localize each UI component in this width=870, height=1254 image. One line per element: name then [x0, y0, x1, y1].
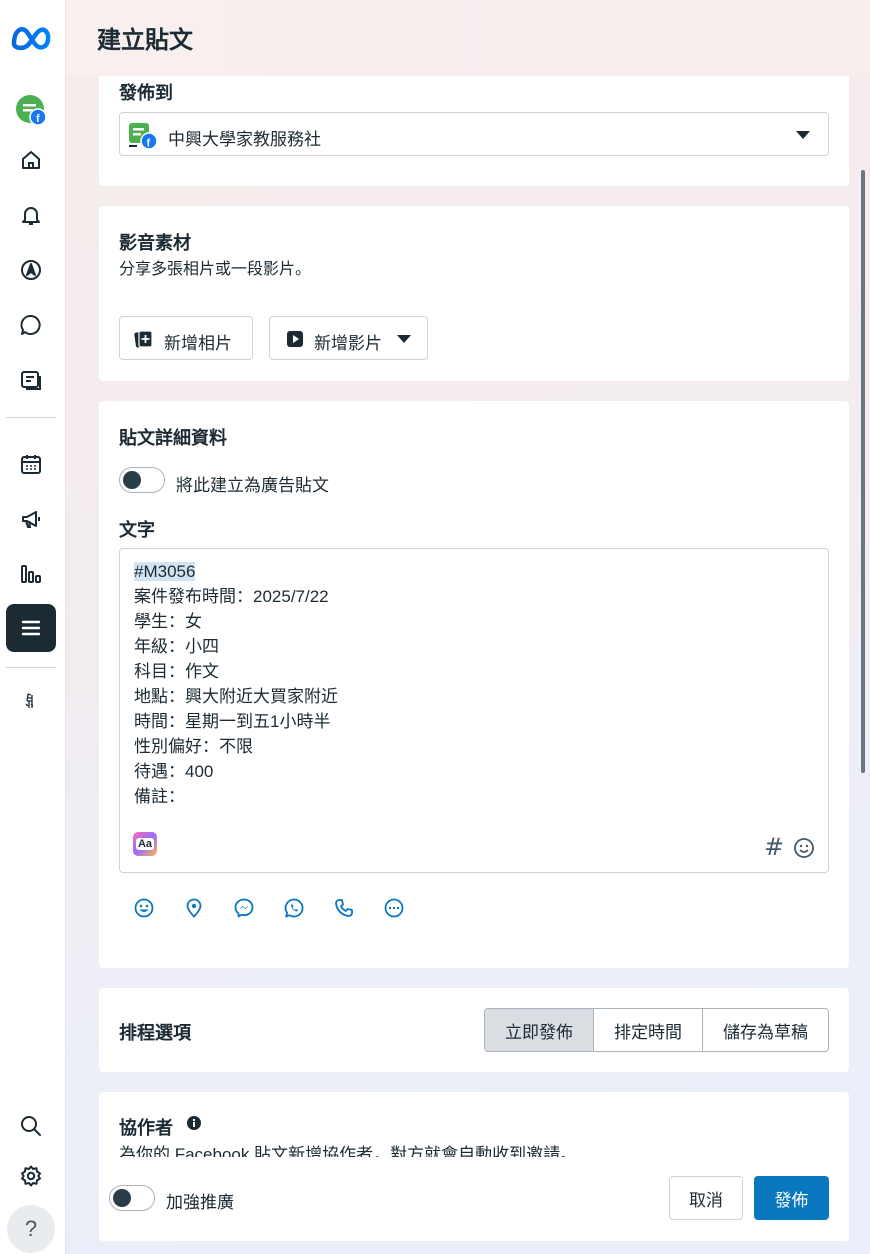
- menu-icon: [21, 620, 41, 636]
- text-line: 年級：小四: [134, 637, 219, 656]
- meta-logo-icon[interactable]: [10, 22, 54, 52]
- hashtag-icon[interactable]: #: [764, 833, 784, 861]
- add-video-label: 新增影片: [314, 334, 382, 353]
- media-card: 影音素材 分享多張相片或一段影片。 新增相片 新增影片: [99, 206, 849, 381]
- feeling-icon[interactable]: [133, 897, 155, 919]
- sidebar-item-content[interactable]: [6, 357, 56, 403]
- sidebar-item-insights[interactable]: [6, 551, 56, 597]
- sidebar-divider: [6, 667, 56, 668]
- sidebar-item-search[interactable]: [6, 1103, 56, 1149]
- emoji-icon[interactable]: [793, 837, 815, 859]
- home-icon: [22, 151, 40, 169]
- cancel-button[interactable]: 取消: [669, 1176, 743, 1220]
- sidebar-item-all-tools[interactable]: [6, 604, 56, 652]
- text-label: 文字: [119, 520, 155, 540]
- text-format-icon: Aa: [135, 838, 155, 850]
- bell-icon: [22, 207, 40, 225]
- text-line: #M3056: [134, 559, 338, 584]
- boost-toggle[interactable]: [109, 1185, 155, 1211]
- messenger-icon[interactable]: [233, 897, 255, 919]
- schedule-option-publish-now[interactable]: 立即發佈: [485, 1009, 594, 1051]
- sidebar-item-custom-tool[interactable]: [6, 678, 56, 724]
- schedule-title: 排程選項: [119, 1023, 191, 1043]
- media-title: 影音素材: [119, 233, 191, 253]
- page-avatar[interactable]: f: [16, 95, 47, 126]
- media-subtitle: 分享多張相片或一段影片。: [119, 261, 312, 278]
- toggle-knob: [113, 1189, 131, 1207]
- page-title: 建立貼文: [97, 27, 193, 54]
- post-text-content[interactable]: #M3056 案件發布時間：2025/7/22 學生：女 年級：小四 科目：作文…: [134, 559, 338, 809]
- main-content: 建立貼文 發佈到 f 中興大學家教服務社 影音素材 分享多張相片或一段影片。 新…: [66, 0, 870, 1254]
- svg-text:f: f: [36, 113, 40, 125]
- chevron-down-icon[interactable]: [397, 335, 411, 343]
- bar-chart-icon: [21, 565, 41, 583]
- sidebar-item-notifications[interactable]: [6, 192, 56, 238]
- location-icon[interactable]: [183, 897, 205, 919]
- text-line: 待遇：400: [134, 762, 214, 781]
- search-icon: [21, 1116, 41, 1136]
- text-format-button[interactable]: Aa: [133, 832, 157, 856]
- footer-bar: 加強推廣 取消 發佈: [99, 1157, 849, 1241]
- text-line: 時間：星期一到五1小時半: [134, 712, 331, 731]
- calendar-icon: [21, 455, 41, 474]
- text-line: 地點：興大附近大買家附近: [134, 687, 338, 706]
- video-icon: [287, 331, 303, 347]
- toggle-knob: [123, 471, 141, 489]
- hashtag-highlight: #M3056: [134, 562, 196, 581]
- post-to-card: 發佈到 f 中興大學家教服務社: [99, 66, 849, 186]
- sidebar-item-inbox[interactable]: [6, 302, 56, 348]
- add-photo-label: 新增相片: [164, 334, 232, 353]
- content-icon: [21, 371, 41, 390]
- text-line: 案件發布時間：2025/7/22: [134, 587, 329, 606]
- post-details-title: 貼文詳細資料: [119, 428, 227, 448]
- compass-icon: [21, 260, 41, 280]
- collaborator-title: 協作者: [119, 1118, 173, 1138]
- sidebar-divider: [6, 417, 56, 418]
- schedule-card: 排程選項 立即發佈 排定時間 儲存為草稿: [99, 988, 849, 1072]
- sidebar-item-settings[interactable]: [6, 1153, 56, 1199]
- scrollbar[interactable]: [861, 170, 865, 773]
- chevron-down-icon: [796, 131, 810, 139]
- sidebar-item-home[interactable]: [6, 137, 56, 183]
- text-line: 備註：: [134, 787, 185, 806]
- sidebar-item-ads[interactable]: [6, 496, 56, 542]
- more-options-icon[interactable]: [383, 897, 405, 919]
- chat-bubble-icon: [20, 315, 41, 335]
- custom-glyph-icon: [25, 693, 34, 708]
- boost-label: 加強推廣: [166, 1193, 234, 1212]
- schedule-option-save-draft[interactable]: 儲存為草稿: [703, 1009, 828, 1051]
- sidebar-item-planner[interactable]: [6, 441, 56, 487]
- add-photo-icon: [134, 330, 153, 348]
- post-to-select[interactable]: f 中興大學家教服務社: [119, 112, 829, 156]
- help-icon: ?: [24, 1216, 38, 1241]
- gear-icon: [21, 1165, 41, 1187]
- sidebar: f ?: [0, 0, 66, 1254]
- add-video-button[interactable]: 新增影片: [269, 316, 428, 360]
- text-line: 學生：女: [134, 612, 202, 631]
- whatsapp-icon[interactable]: [283, 897, 305, 919]
- post-to-value: 中興大學家教服務社: [168, 130, 321, 149]
- phone-icon[interactable]: [333, 897, 355, 919]
- info-icon[interactable]: [187, 1116, 201, 1130]
- megaphone-icon: [22, 511, 40, 528]
- publish-button[interactable]: 發佈: [754, 1176, 829, 1220]
- header: 建立貼文: [66, 0, 870, 76]
- text-line: 科目：作文: [134, 662, 219, 681]
- post-details-card: 貼文詳細資料 將此建立為廣告貼文 文字 #M3056 案件發布時間：2025/7…: [99, 401, 849, 968]
- page-avatar-icon: f: [129, 123, 158, 150]
- add-photo-button[interactable]: 新增相片: [119, 316, 253, 360]
- ad-post-toggle-label: 將此建立為廣告貼文: [176, 476, 329, 495]
- text-line: 性別偏好：不限: [134, 737, 253, 756]
- schedule-options: 立即發佈 排定時間 儲存為草稿: [484, 1008, 829, 1052]
- sidebar-item-explore[interactable]: [6, 247, 56, 293]
- help-button[interactable]: ?: [7, 1205, 55, 1253]
- svg-text:f: f: [147, 138, 151, 150]
- ad-post-toggle[interactable]: [119, 467, 165, 493]
- post-text-area[interactable]: #M3056 案件發布時間：2025/7/22 學生：女 年級：小四 科目：作文…: [119, 548, 829, 873]
- schedule-option-schedule[interactable]: 排定時間: [594, 1009, 703, 1051]
- post-to-title: 發佈到: [119, 83, 173, 103]
